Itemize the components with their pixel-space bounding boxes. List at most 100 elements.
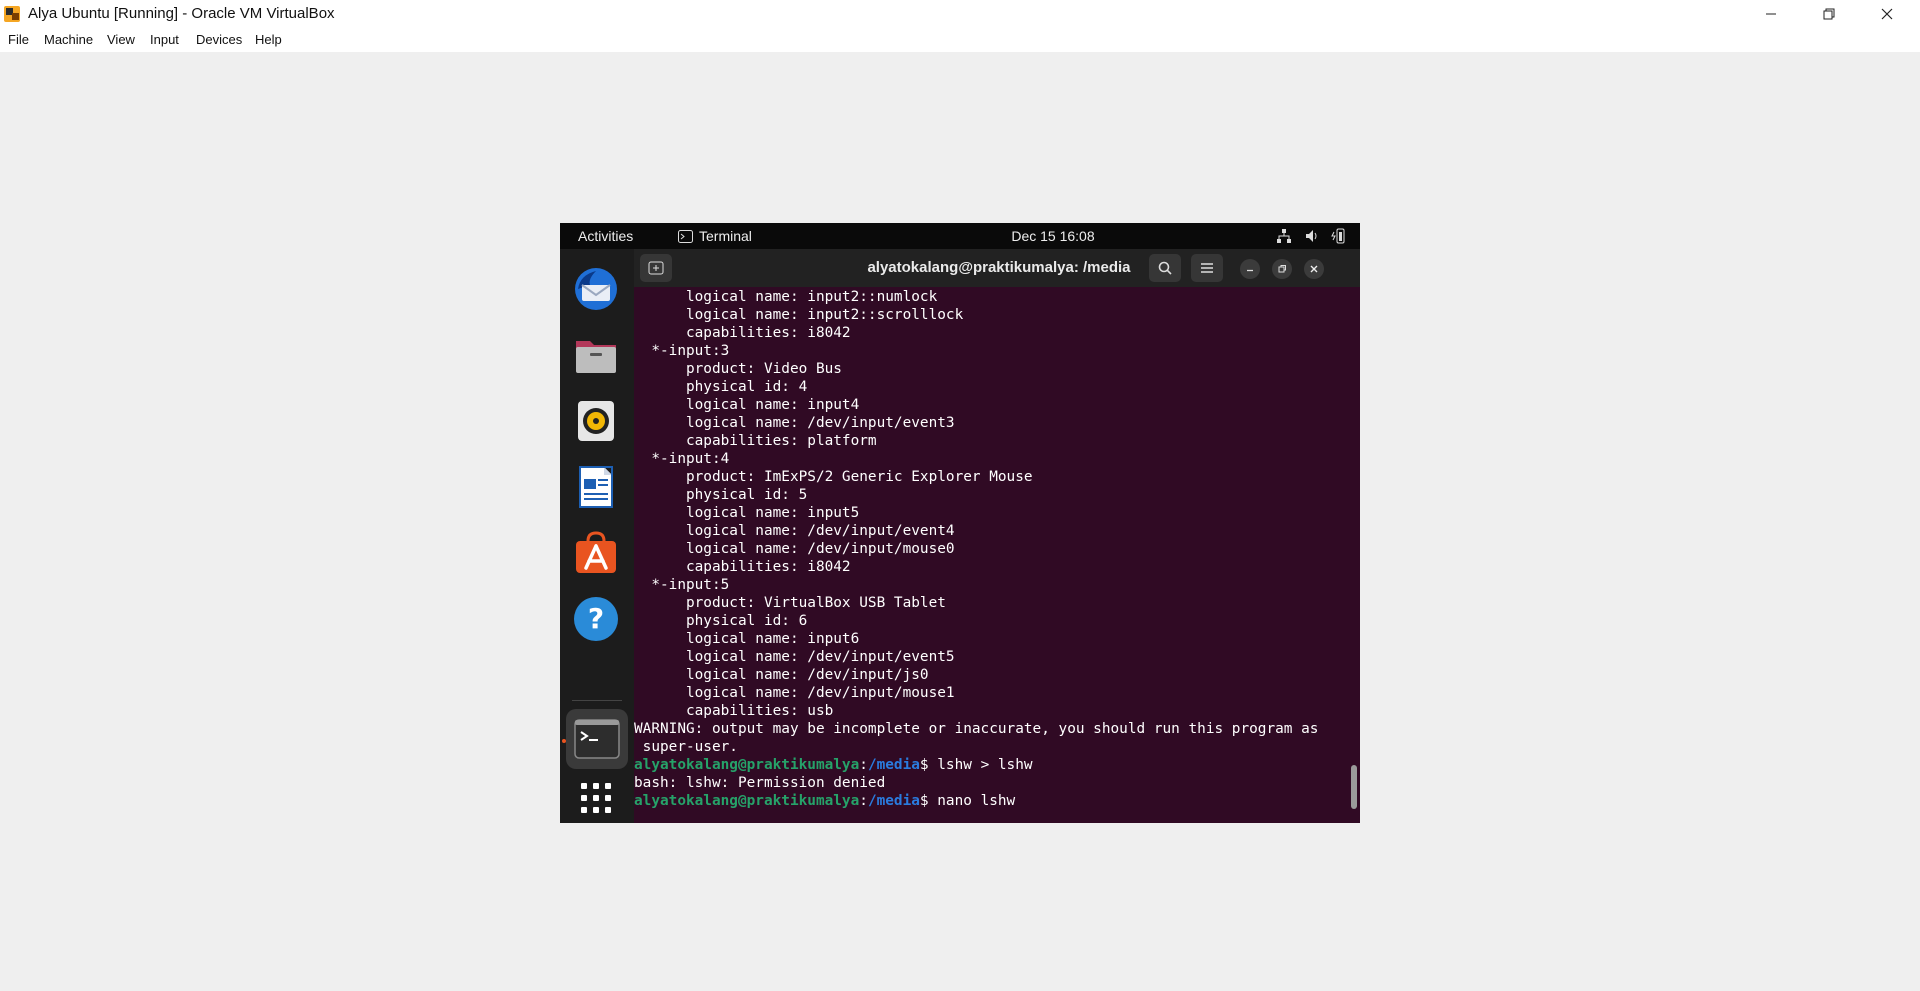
dock-item-libreoffice-writer[interactable] xyxy=(570,461,622,513)
close-icon xyxy=(1310,265,1318,273)
terminal-line: capabilities: usb xyxy=(634,703,834,719)
terminal-line: logical name: input4 xyxy=(634,397,860,413)
terminal-line: product: ImExPS/2 Generic Explorer Mouse xyxy=(634,469,1033,485)
terminal-line: WARNING: output may be incomplete or ina… xyxy=(634,721,1319,737)
terminal-line: physical id: 6 xyxy=(634,613,808,629)
svg-text:?: ? xyxy=(588,602,604,635)
terminal-minimize-button[interactable] xyxy=(1240,259,1260,279)
terminal-close-button[interactable] xyxy=(1304,259,1324,279)
minimize-button[interactable] xyxy=(1742,0,1800,28)
prompt-path: /media xyxy=(867,757,920,773)
terminal-line: logical name: /dev/input/mouse0 xyxy=(634,541,955,557)
terminal-line: *-input:5 xyxy=(634,577,730,593)
menu-devices[interactable]: Devices xyxy=(196,32,242,47)
terminal-prompt-line: alyatokalang@praktikumalya:/media$ nano … xyxy=(634,792,1318,810)
search-icon xyxy=(1158,261,1172,275)
minimize-icon xyxy=(1766,13,1776,15)
terminal-prompt-line: alyatokalang@praktikumalya:/media$ lshw … xyxy=(634,756,1318,774)
new-tab-button[interactable] xyxy=(640,254,672,282)
terminal-line: product: Video Bus xyxy=(634,361,842,377)
activities-button[interactable]: Activities xyxy=(578,228,633,244)
libreoffice-writer-icon xyxy=(579,466,613,508)
prompt-symbol: $ xyxy=(919,793,938,809)
terminal-title: alyatokalang@praktikumalya: /media xyxy=(867,259,1131,276)
prompt-separator: : xyxy=(859,757,868,773)
help-icon: ? xyxy=(574,597,618,641)
terminal-icon xyxy=(574,719,620,759)
menu-machine[interactable]: Machine xyxy=(44,32,93,47)
terminal-line: capabilities: platform xyxy=(634,433,877,449)
terminal-line: logical name: /dev/input/event4 xyxy=(634,523,955,539)
hamburger-menu-button[interactable] xyxy=(1191,254,1223,282)
maximize-icon xyxy=(1278,265,1286,273)
clock[interactable]: Dec 15 16:08 xyxy=(953,228,1153,244)
terminal-line: *-input:3 xyxy=(634,343,730,359)
terminal-line: logical name: /dev/input/mouse1 xyxy=(634,685,955,701)
terminal-line: logical name: input2::numlock xyxy=(634,289,938,305)
menu-file[interactable]: File xyxy=(8,32,29,47)
terminal-output[interactable]: logical name: input2::numlock logical na… xyxy=(634,287,1360,823)
topbar-app-name: Terminal xyxy=(699,228,752,244)
terminal-line: logical name: input2::scrolllock xyxy=(634,307,964,323)
terminal-header-bar: alyatokalang@praktikumalya: /media xyxy=(634,249,1360,287)
close-button[interactable] xyxy=(1858,0,1916,28)
menu-icon xyxy=(1201,263,1213,273)
running-indicator xyxy=(562,739,566,743)
ubuntu-top-bar: Activities Terminal Dec 15 16:08 xyxy=(560,223,1360,249)
dock-item-thunderbird[interactable] xyxy=(570,263,622,315)
search-button[interactable] xyxy=(1149,254,1181,282)
terminal-maximize-button[interactable] xyxy=(1272,259,1292,279)
terminal-line: bash: lshw: Permission denied xyxy=(634,775,886,791)
dock-item-app-center[interactable] xyxy=(570,527,622,579)
topbar-app-menu[interactable]: Terminal xyxy=(678,228,752,244)
terminal-line: logical name: input5 xyxy=(634,505,860,521)
app-center-icon xyxy=(576,531,616,573)
terminal-line: logical name: /dev/input/js0 xyxy=(634,667,929,683)
prompt-separator: : xyxy=(859,793,868,809)
dock-item-files[interactable] xyxy=(570,329,622,381)
close-icon xyxy=(1881,8,1893,20)
dock-item-show-apps[interactable] xyxy=(570,772,622,823)
terminal-line: physical id: 4 xyxy=(634,379,808,395)
prompt-user: alyatokalang@praktikumalya xyxy=(634,793,860,809)
terminal-window: alyatokalang@praktikumalya: /media logic… xyxy=(634,249,1360,823)
terminal-small-icon xyxy=(678,229,693,243)
terminal-line: capabilities: i8042 xyxy=(634,559,851,575)
window-title: Alya Ubuntu [Running] - Oracle VM Virtua… xyxy=(28,5,335,22)
prompt-command: nano lshw xyxy=(937,793,1016,809)
show-apps-icon xyxy=(581,783,611,813)
menu-help[interactable]: Help xyxy=(255,32,282,47)
title-bar: Alya Ubuntu [Running] - Oracle VM Virtua… xyxy=(0,0,1920,28)
dock-item-terminal[interactable] xyxy=(566,709,628,769)
dock-separator xyxy=(572,700,622,701)
terminal-line: logical name: /dev/input/event3 xyxy=(634,415,955,431)
dock-item-help[interactable]: ? xyxy=(570,593,622,645)
vm-display[interactable]: Activities Terminal Dec 15 16:08 ? alyat… xyxy=(560,223,1360,823)
terminal-line: capabilities: i8042 xyxy=(634,325,851,341)
volume-icon[interactable] xyxy=(1304,228,1320,244)
prompt-command: lshw > lshw xyxy=(937,757,1033,773)
network-icon[interactable] xyxy=(1276,228,1292,244)
power-icon[interactable] xyxy=(1330,228,1346,244)
prompt-path: /media xyxy=(867,793,920,809)
restore-button[interactable] xyxy=(1800,0,1858,28)
restore-icon xyxy=(1823,8,1835,20)
dock-item-rhythmbox[interactable] xyxy=(570,395,622,447)
terminal-line: logical name: input6 xyxy=(634,631,860,647)
terminal-line: super-user. xyxy=(634,739,738,755)
menu-view[interactable]: View xyxy=(107,32,135,47)
thunderbird-icon xyxy=(575,268,617,310)
terminal-scrollbar[interactable] xyxy=(1351,765,1357,809)
new-tab-icon xyxy=(648,261,664,275)
menu-input[interactable]: Input xyxy=(150,32,179,47)
terminal-line: *-input:4 xyxy=(634,451,730,467)
prompt-symbol: $ xyxy=(919,757,938,773)
terminal-line: logical name: /dev/input/event5 xyxy=(634,649,955,665)
virtualbox-app-icon xyxy=(4,6,20,22)
menu-bar: File Machine View Input Devices Help xyxy=(0,28,1920,52)
minimize-icon xyxy=(1247,269,1253,272)
terminal-line: physical id: 5 xyxy=(634,487,808,503)
terminal-line: product: VirtualBox USB Tablet xyxy=(634,595,946,611)
rhythmbox-icon xyxy=(578,401,614,441)
files-icon xyxy=(576,341,616,373)
